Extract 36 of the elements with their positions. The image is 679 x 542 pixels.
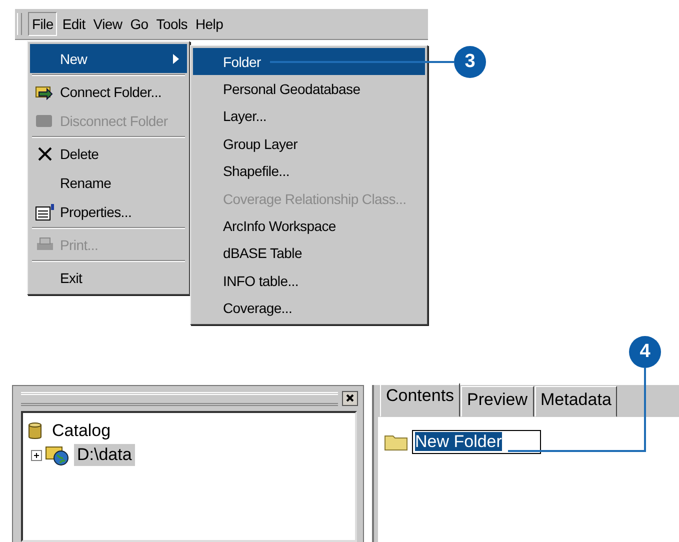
- menu-entry[interactable]: Connect Folder...: [30, 77, 187, 106]
- menu-entry[interactable]: Exit: [30, 263, 187, 292]
- printer-icon: [35, 236, 55, 253]
- rename-field[interactable]: New Folder: [412, 430, 541, 454]
- menu-item[interactable]: View: [90, 13, 126, 35]
- menu-entry[interactable]: Delete: [30, 139, 187, 168]
- menu-item[interactable]: Help: [192, 13, 226, 35]
- step-callout: 4: [629, 336, 661, 368]
- toolbar-grip[interactable]: [17, 13, 22, 35]
- menu-entry[interactable]: Shapefile...: [193, 158, 425, 185]
- step-callout: 3: [454, 46, 486, 78]
- menu-entry[interactable]: Rename: [30, 168, 187, 197]
- properties-icon: [35, 202, 55, 220]
- database-icon: [27, 422, 43, 440]
- delete-icon: [37, 146, 53, 162]
- menu-item[interactable]: Go: [127, 13, 152, 35]
- expand-icon[interactable]: [31, 450, 42, 460]
- folder-globe-icon: [45, 444, 71, 466]
- menu-entry[interactable]: dBASE Table: [193, 240, 425, 268]
- submenu-arrow-icon: [173, 54, 179, 64]
- menu-item[interactable]: Tools: [153, 13, 190, 35]
- menu-entry[interactable]: Properties...: [30, 197, 187, 226]
- tree-item[interactable]: Catalog: [49, 420, 114, 442]
- menu-entry[interactable]: Coverage...: [193, 294, 425, 322]
- menu-item[interactable]: Edit: [59, 13, 88, 35]
- menu-entry[interactable]: Group Layer: [193, 130, 425, 158]
- tree-item[interactable]: D:\data: [74, 444, 135, 466]
- menu-entry[interactable]: Folder: [193, 48, 425, 76]
- menu-entry[interactable]: Layer...: [193, 102, 425, 130]
- close-icon[interactable]: [342, 391, 358, 406]
- menu-entry[interactable]: INFO table...: [193, 267, 425, 295]
- menu-item[interactable]: File: [28, 12, 58, 36]
- menu-entry[interactable]: New: [30, 44, 187, 73]
- panel-grip[interactable]: [21, 392, 338, 406]
- menu-entry[interactable]: Personal Geodatabase: [193, 75, 425, 103]
- menu-entry[interactable]: ArcInfo Workspace: [193, 212, 425, 240]
